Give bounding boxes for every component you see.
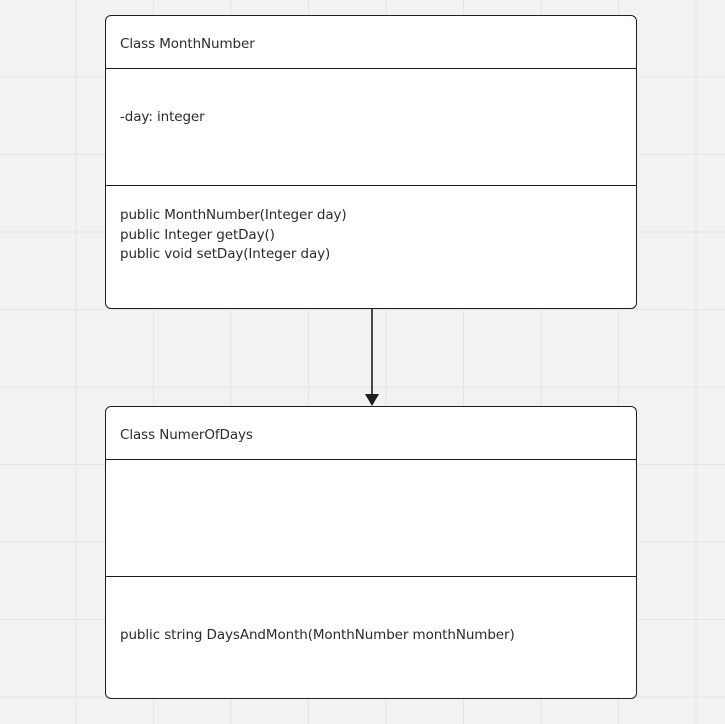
class-box-monthnumber[interactable]: Class MonthNumber -day: integer public M…: [105, 15, 637, 309]
class-name-text: Class MonthNumber: [120, 36, 255, 52]
operation: public string DaysAndMonth(MonthNumber m…: [120, 627, 515, 643]
compartment-divider: [106, 68, 636, 69]
arrowhead-icon: [365, 394, 379, 406]
compartment-divider: [106, 185, 636, 186]
operations-compartment: public MonthNumber(Integer day) public I…: [106, 206, 636, 265]
operation: public MonthNumber(Integer day): [120, 207, 347, 223]
compartment-divider: [106, 459, 636, 460]
class-name-text: Class NumerOfDays: [120, 427, 253, 443]
operations-compartment: public string DaysAndMonth(MonthNumber m…: [106, 626, 636, 646]
operation: public void setDay(Integer day): [120, 246, 331, 262]
attributes-compartment: -day: integer: [106, 108, 636, 128]
class-name: Class NumerOfDays: [106, 426, 636, 446]
compartment-divider: [106, 576, 636, 577]
attribute: -day: integer: [120, 109, 205, 125]
class-name: Class MonthNumber: [106, 35, 636, 55]
class-box-numerofdays[interactable]: Class NumerOfDays public string DaysAndM…: [105, 406, 637, 699]
operation: public Integer getDay(): [120, 226, 275, 243]
